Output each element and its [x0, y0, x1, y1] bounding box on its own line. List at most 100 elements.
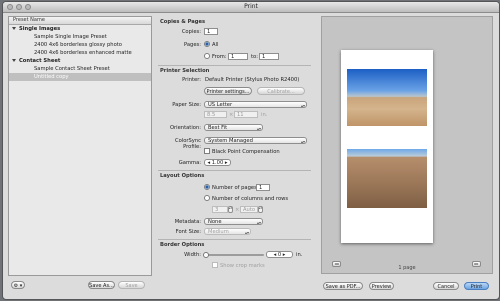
columns-rows-radio[interactable]: [204, 195, 210, 201]
orientation-label: Orientation:: [169, 125, 201, 131]
paper-width-field[interactable]: 8.5: [204, 111, 227, 118]
page-count: 1 page: [398, 265, 416, 271]
title-bar: Print: [3, 2, 499, 13]
minimize-window-button[interactable]: [16, 4, 22, 10]
metadata-value: None: [208, 219, 222, 225]
divider: [158, 65, 311, 66]
preset-group-single-images[interactable]: Single Images: [9, 25, 151, 33]
paper-size-value: US Letter: [208, 102, 233, 108]
gamma-field[interactable]: ◂ 1.00 ▸: [204, 159, 231, 166]
preset-item-selected[interactable]: Untitled copy: [9, 73, 151, 81]
times-symbol: ×: [235, 207, 240, 213]
rows-stepper[interactable]: ▴▾: [258, 206, 263, 213]
copies-label: Copies:: [181, 29, 201, 35]
paper-size-label: Paper Size:: [172, 102, 201, 108]
divider: [158, 239, 311, 240]
print-button[interactable]: Print: [464, 282, 489, 290]
preview-button[interactable]: Preview: [369, 282, 394, 290]
copies-field[interactable]: 1: [204, 28, 218, 35]
close-window-button[interactable]: [7, 4, 13, 10]
font-size-value: Medium: [208, 229, 229, 235]
section-heading-border: Border Options: [160, 242, 205, 248]
gamma-increase-icon[interactable]: ▸: [223, 160, 228, 166]
preset-group-label: Contact Sheet: [19, 58, 61, 64]
crop-marks-label: Show crop marks: [220, 263, 265, 269]
pages-label: Pages:: [183, 42, 201, 48]
orientation-value: Best Fit: [208, 125, 228, 131]
paper-size-select[interactable]: US Letter ▴▾: [204, 101, 307, 108]
to-label: to:: [251, 54, 258, 60]
font-size-label: Font Size:: [175, 229, 201, 235]
printer-label: Printer:: [182, 77, 201, 83]
popup-arrows-icon: ▴▾: [256, 220, 261, 225]
popup-arrows-icon: ▴▾: [300, 139, 305, 144]
section-heading-printer: Printer Selection: [160, 68, 210, 74]
pages-all-radio[interactable]: [204, 41, 210, 47]
orientation-select[interactable]: Best Fit ▴▾: [204, 124, 263, 131]
preset-item[interactable]: Sample Contact Sheet Preset: [9, 65, 151, 73]
border-width-field[interactable]: ◂ 0 ▸: [266, 251, 293, 258]
gamma-label: Gamma:: [178, 160, 201, 166]
from-label: From:: [212, 54, 227, 60]
preset-list-header: Preset Name: [9, 17, 151, 25]
preview-photo-sand-ripples: [347, 149, 427, 208]
number-of-pages-radio[interactable]: [204, 184, 210, 190]
border-width-slider-knob[interactable]: [203, 252, 209, 258]
calibrate-button[interactable]: Calibrate...: [257, 87, 305, 95]
preset-group-contact-sheet[interactable]: Contact Sheet: [9, 57, 151, 65]
columns-stepper[interactable]: ▴▾: [228, 206, 233, 213]
from-field[interactable]: 1: [228, 53, 248, 60]
next-page-button[interactable]: ▸▸: [472, 261, 481, 267]
metadata-select[interactable]: None ▴▾: [204, 218, 263, 225]
crop-marks-checkbox[interactable]: [212, 262, 218, 268]
to-field[interactable]: 1: [259, 53, 279, 60]
print-options: Copies & Pages Copies: 1 Pages: All From…: [158, 16, 312, 274]
columns-field[interactable]: 3: [212, 206, 228, 213]
preset-group-label: Single Images: [19, 26, 61, 32]
columns-rows-label: Number of columns and rows: [212, 196, 289, 202]
preset-item[interactable]: 2400 4x6 borderless glossy photo: [9, 41, 151, 49]
border-width-unit: in.: [296, 252, 303, 258]
rows-field[interactable]: Auto: [240, 206, 258, 213]
paper-unit: in.: [261, 112, 268, 118]
colorsync-select[interactable]: System Managed ▴▾: [204, 137, 307, 144]
gear-menu-button[interactable]: ⚙ ▾: [11, 281, 25, 289]
section-heading-copies-pages: Copies & Pages: [160, 19, 206, 25]
printer-value: Default Printer (Stylus Photo R2400): [205, 77, 300, 83]
gamma-value: 1.00: [211, 160, 224, 166]
window-title: Print: [244, 3, 258, 10]
preview-photo-dunes-horizon: [347, 69, 427, 126]
zoom-window-button[interactable]: [25, 4, 31, 10]
preset-actions: ⚙ ▾ Save As... Save: [8, 279, 151, 291]
preset-item[interactable]: Sample Single Image Preset: [9, 33, 151, 41]
black-point-checkbox[interactable]: [204, 148, 210, 154]
print-window: Print Preset Name Single Images Sample S…: [2, 1, 500, 300]
border-width-slider[interactable]: [204, 254, 264, 256]
printer-settings-button[interactable]: Printer settings...: [204, 87, 252, 95]
border-increase-icon[interactable]: ▸: [281, 252, 286, 258]
number-of-pages-label: Number of pages:: [212, 185, 259, 191]
colorsync-value: System Managed: [208, 138, 253, 144]
disclosure-triangle-icon[interactable]: [12, 27, 16, 30]
metadata-label: Metadata:: [174, 219, 201, 225]
preview-page: [341, 50, 433, 243]
popup-arrows-icon: ▴▾: [244, 230, 249, 235]
save-button[interactable]: Save: [118, 281, 145, 289]
popup-arrows-icon: ▴▾: [256, 126, 261, 131]
previous-page-button[interactable]: ◂◂: [332, 261, 341, 267]
pages-from-radio[interactable]: [204, 53, 210, 59]
paper-height-field[interactable]: 11: [234, 111, 258, 118]
preset-item[interactable]: 2400 4x6 borderless enhanced matte: [9, 49, 151, 57]
number-of-pages-field[interactable]: 1: [256, 184, 270, 191]
times-symbol: ×: [229, 112, 234, 118]
section-heading-layout: Layout Options: [160, 173, 205, 179]
save-as-pdf-button[interactable]: Save as PDF...: [323, 282, 363, 290]
preview-panel: ◂◂ 1 page ▸▸: [321, 16, 493, 274]
font-size-select[interactable]: Medium ▴▾: [204, 228, 251, 235]
cancel-button[interactable]: Cancel: [433, 282, 459, 290]
border-width-label: Width:: [184, 252, 201, 258]
popup-arrows-icon: ▴▾: [300, 103, 305, 108]
save-as-button[interactable]: Save As...: [88, 281, 115, 289]
disclosure-triangle-icon[interactable]: [12, 59, 16, 62]
divider: [158, 170, 311, 171]
